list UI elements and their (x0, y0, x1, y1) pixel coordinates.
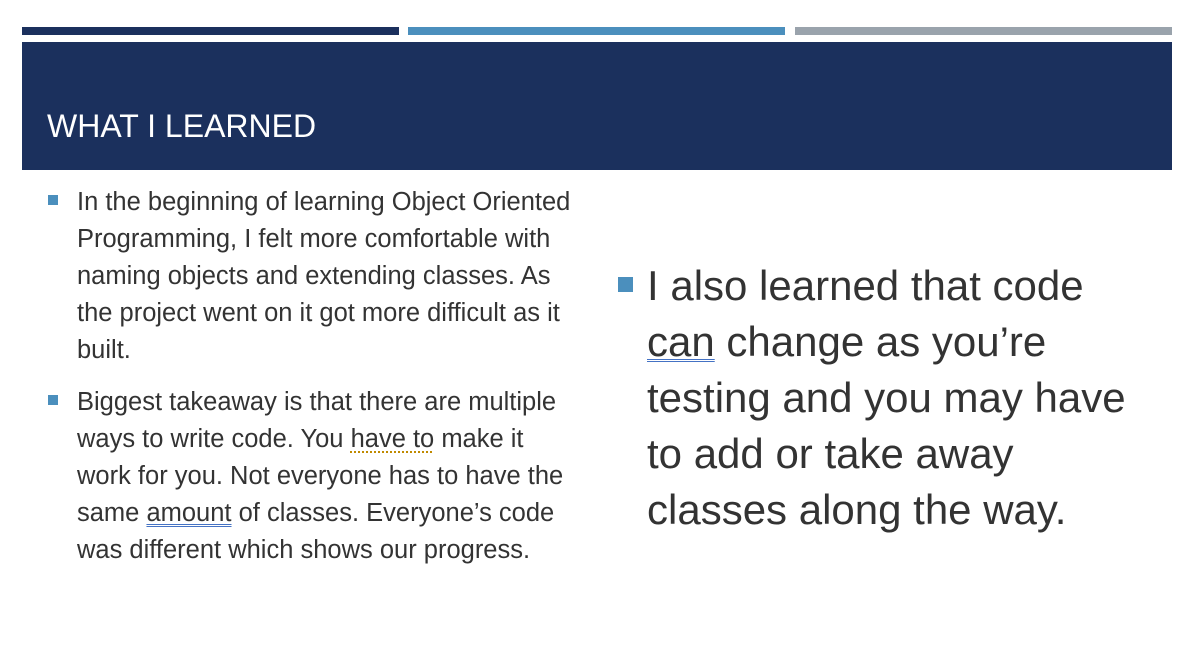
bullet-text-segment: change as you’re testing and you may hav… (647, 318, 1126, 533)
right-content-column: I also learned that code can change as y… (618, 258, 1148, 538)
left-content-column: In the beginning of learning Object Orie… (48, 184, 583, 584)
bullet-item: I also learned that code can change as y… (618, 258, 1148, 538)
bullet-item: Biggest takeaway is that there are multi… (48, 384, 583, 569)
title-band: WHAT I LEARNED (22, 42, 1172, 170)
square-bullet-icon (48, 195, 58, 205)
accent-bar-blue (408, 27, 785, 35)
bullet-text-segment: I also learned that code (647, 262, 1084, 309)
bullet-text: In the beginning of learning Object Orie… (77, 188, 571, 364)
grammar-flag: can (647, 318, 715, 365)
accent-bar-dark (22, 27, 399, 35)
slide-title: WHAT I LEARNED (47, 108, 317, 144)
square-bullet-icon (618, 277, 633, 292)
square-bullet-icon (48, 395, 58, 405)
bullet-item: In the beginning of learning Object Orie… (48, 184, 583, 369)
grammar-flag: amount (146, 499, 232, 527)
grammar-flag: have to (350, 425, 435, 453)
accent-bar-gray (795, 27, 1172, 35)
